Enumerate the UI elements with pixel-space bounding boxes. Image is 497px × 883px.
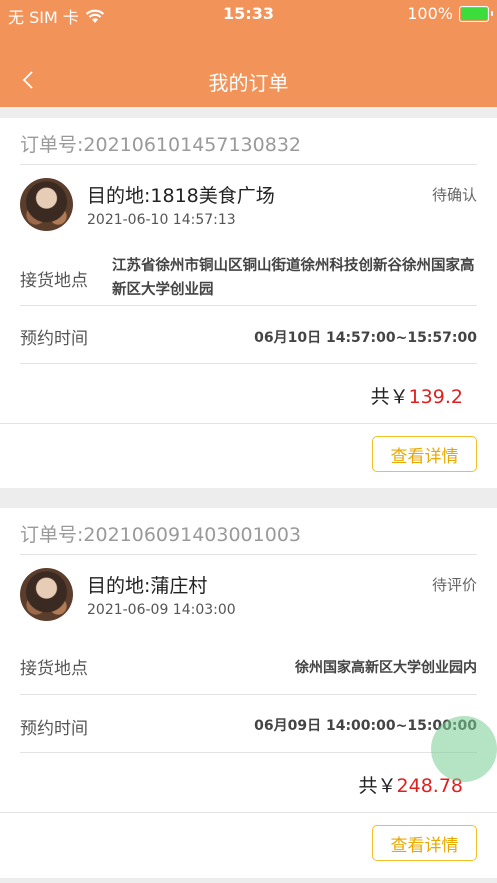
pickup-address: 江苏省徐州市铜山区铜山街道徐州科技创新谷徐州国家高新区大学创业园	[112, 258, 475, 298]
divider	[20, 305, 477, 306]
total-amount: 139.2	[408, 386, 463, 408]
divider	[20, 752, 477, 753]
battery-fill	[461, 7, 487, 20]
destination: 目的地:1818美食广场	[87, 185, 275, 207]
status-badge: 待确认	[431, 186, 477, 204]
appointment-time: 06月10日 14:57:00~15:57:00	[254, 330, 477, 346]
divider	[0, 812, 497, 813]
pickup-label: 接货地点	[20, 271, 88, 291]
divider	[20, 694, 477, 695]
order-time: 2021-06-09 14:03:00	[87, 602, 236, 618]
order-number: 订单号:202106101457130832	[20, 134, 301, 156]
battery-icon	[459, 5, 493, 22]
avatar	[20, 568, 73, 621]
avatar	[20, 178, 73, 231]
order-time: 2021-06-10 14:57:13	[87, 212, 236, 228]
touch-indicator	[431, 716, 497, 782]
appointment-label: 预约时间	[20, 719, 88, 739]
status-bar: 无 SIM 卡 15:33 100%	[0, 0, 497, 28]
status-right: 100%	[407, 4, 493, 23]
nav-bar: 我的订单	[0, 52, 497, 107]
divider	[20, 363, 477, 364]
view-details-button[interactable]: 查看详情	[372, 825, 477, 861]
pickup-address: 徐州国家高新区大学创业园内	[295, 660, 477, 676]
divider	[0, 423, 497, 424]
total-prefix: 共￥	[358, 775, 397, 797]
order-card: 订单号:202106101457130832 目的地:1818美食广场 2021…	[0, 118, 497, 488]
divider	[20, 554, 477, 555]
divider	[20, 164, 477, 165]
app-header: 无 SIM 卡 15:33 100% 我的订单	[0, 0, 497, 107]
total-prefix: 共￥	[370, 386, 409, 408]
order-card: 订单号:202106091403001003 目的地:蒲庄村 2021-06-0…	[0, 508, 497, 878]
appointment-label: 预约时间	[20, 329, 88, 349]
view-details-button[interactable]: 查看详情	[372, 436, 477, 472]
page-title: 我的订单	[208, 71, 289, 95]
battery-percent: 100%	[407, 4, 453, 23]
status-badge: 待评价	[431, 576, 477, 594]
order-total: 共￥139.2	[371, 382, 463, 409]
pickup-label: 接货地点	[20, 659, 88, 679]
order-number: 订单号:202106091403001003	[20, 524, 301, 546]
destination: 目的地:蒲庄村	[87, 575, 208, 597]
